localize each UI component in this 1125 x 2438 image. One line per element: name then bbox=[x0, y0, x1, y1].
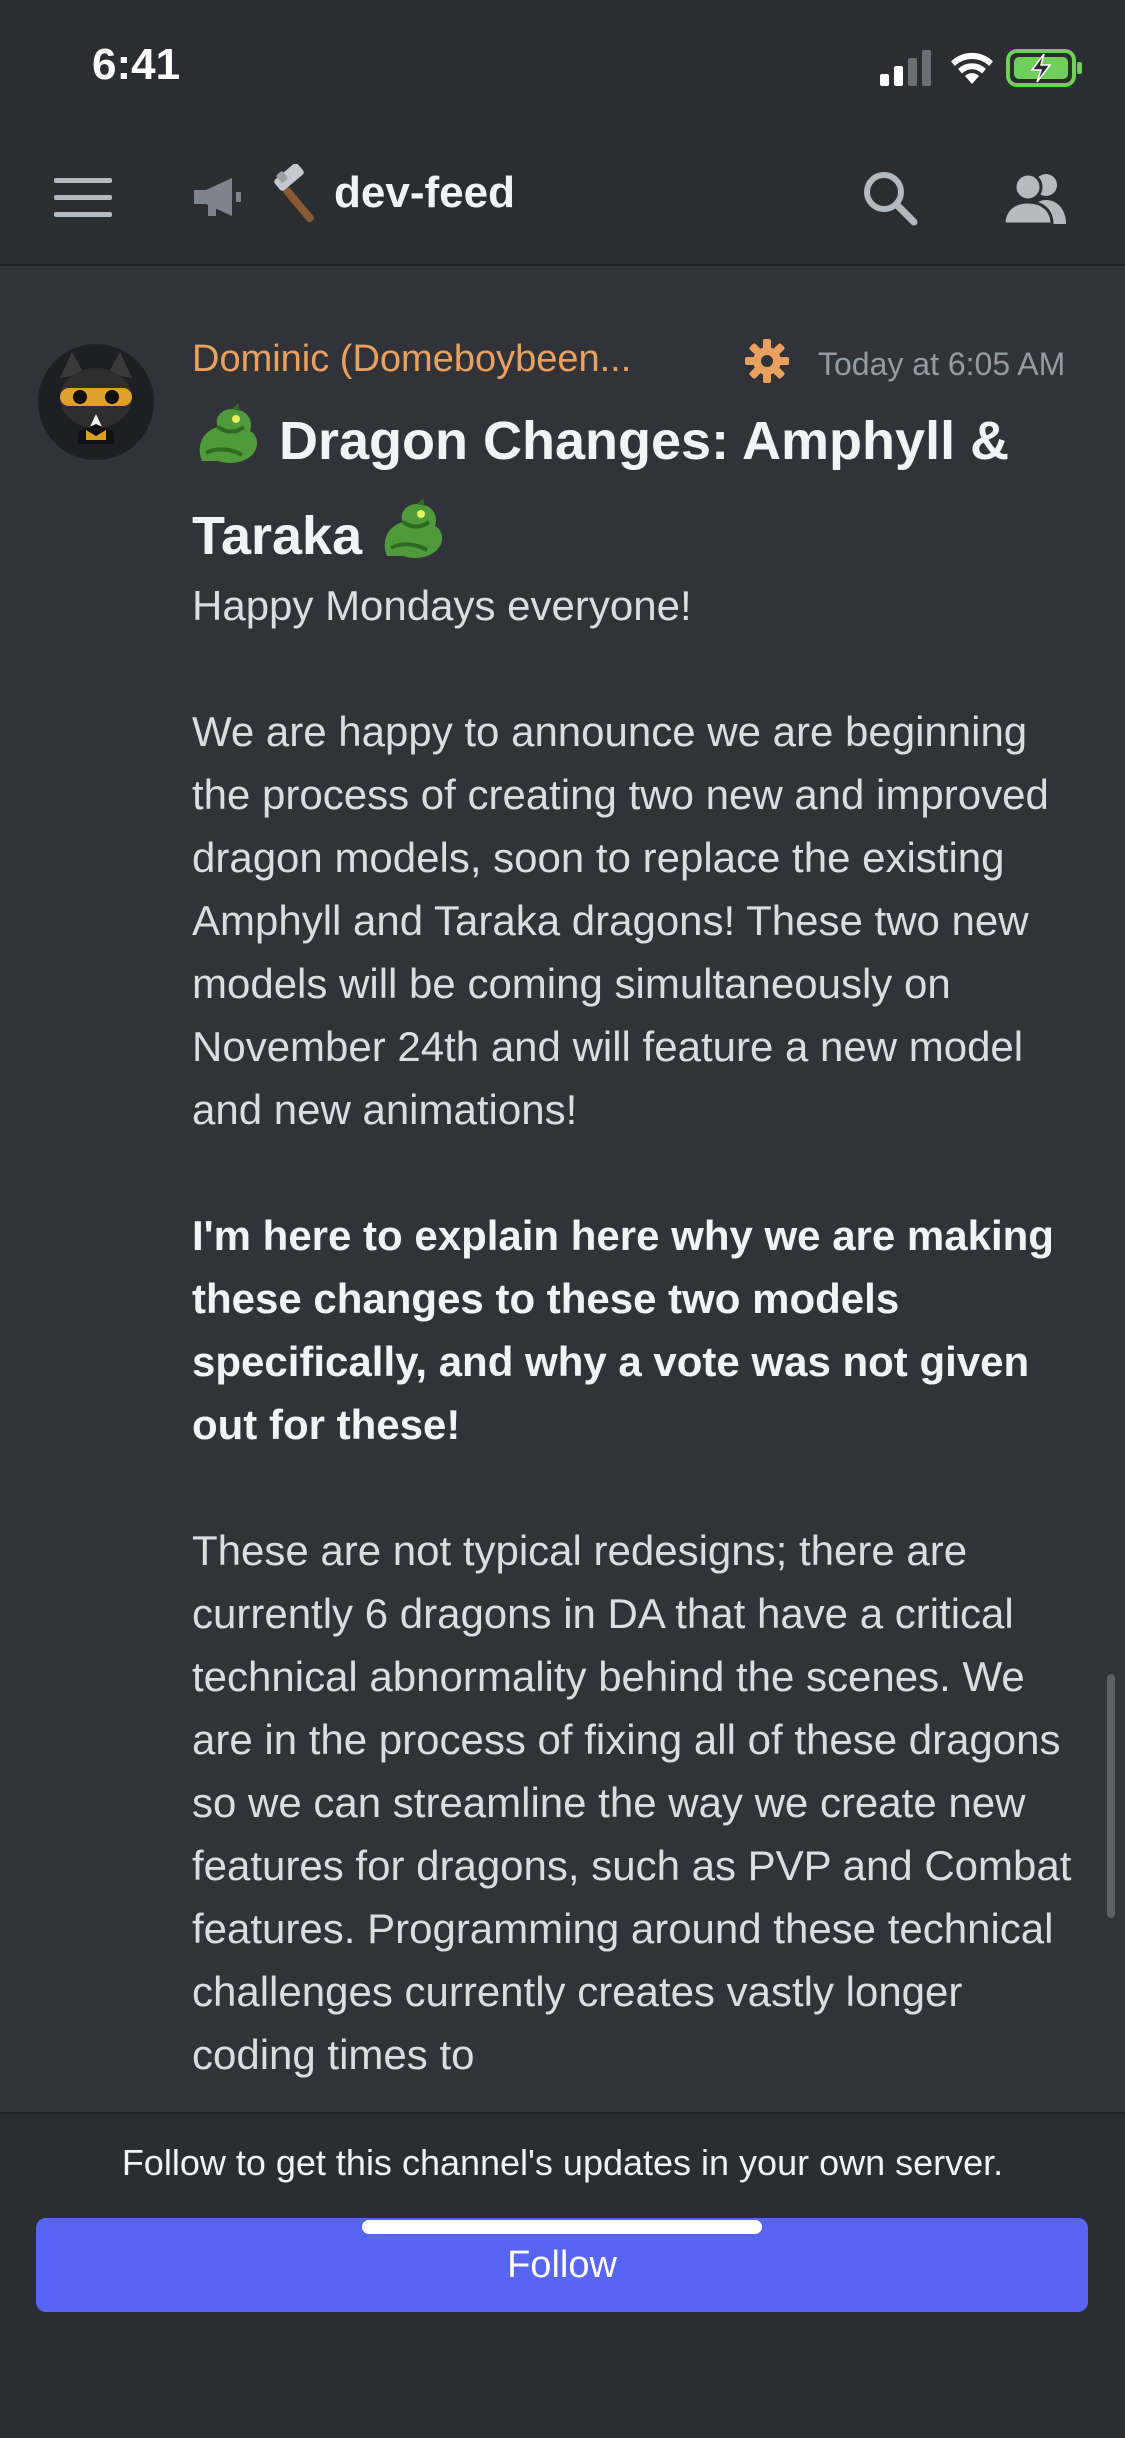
author-line: Dominic (Domeboybeen... Today at 6:05 AM bbox=[192, 336, 1092, 386]
message-content: Dragon Changes: Amphyll & Taraka Happy M… bbox=[192, 394, 1092, 2114]
message-paragraph-greeting: Happy Mondays everyone! bbox=[192, 582, 692, 629]
search-icon[interactable] bbox=[862, 170, 918, 226]
hammer-icon bbox=[274, 164, 314, 223]
cellular-signal-icon bbox=[880, 50, 931, 86]
status-time: 6:41 bbox=[92, 40, 181, 89]
channel-header: dev-feed bbox=[0, 130, 1125, 266]
author-name[interactable]: Dominic (Domeboybeen... bbox=[192, 338, 631, 381]
battery-charging-icon bbox=[1006, 49, 1082, 87]
message-paragraph-details: These are not typical redesigns; there a… bbox=[192, 1527, 1072, 2078]
home-indicator[interactable] bbox=[362, 2220, 762, 2234]
members-icon[interactable] bbox=[1002, 170, 1068, 226]
message-paragraph-explanation: I'm here to explain here why we are maki… bbox=[192, 1212, 1054, 1448]
wifi-icon bbox=[951, 52, 993, 84]
message-title-line2: Taraka bbox=[192, 506, 363, 566]
menu-icon[interactable] bbox=[54, 178, 112, 218]
channel-name: dev-feed bbox=[334, 168, 515, 217]
status-bar: 6:41 bbox=[0, 0, 1125, 130]
follow-bar: Follow to get this channel's updates in … bbox=[0, 2112, 1125, 2438]
message-title-line1: Dragon Changes: Amphyll & bbox=[279, 411, 1010, 471]
message-timestamp: Today at 6:05 AM bbox=[818, 346, 1066, 382]
avatar-image bbox=[38, 344, 154, 460]
avatar[interactable] bbox=[38, 344, 154, 460]
message-paragraph-announcement: We are happy to announce we are beginnin… bbox=[192, 708, 1049, 1133]
message: Dominic (Domeboybeen... Today at 6:05 AM bbox=[0, 264, 1125, 2114]
megaphone-icon bbox=[194, 178, 241, 216]
dragon-icon bbox=[199, 403, 258, 463]
message-title: Dragon Changes: Amphyll & Taraka bbox=[192, 394, 1092, 584]
follow-prompt: Follow to get this channel's updates in … bbox=[121, 2142, 1004, 2183]
dragon-icon bbox=[384, 498, 443, 558]
scrollbar[interactable] bbox=[1107, 1674, 1115, 1918]
gear-icon bbox=[745, 339, 789, 383]
